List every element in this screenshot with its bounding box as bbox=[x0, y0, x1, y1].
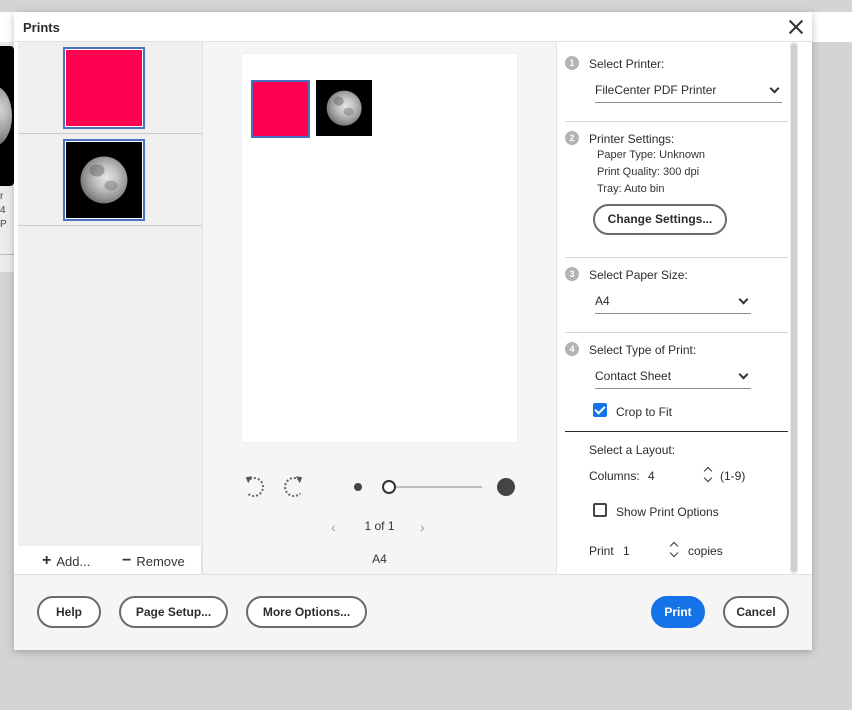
background-moon-image bbox=[0, 46, 14, 186]
columns-stepper[interactable] bbox=[703, 465, 713, 485]
dialog-title: Prints bbox=[23, 20, 60, 35]
paper-size-value: A4 bbox=[595, 294, 610, 308]
printer-value: FileCenter PDF Printer bbox=[595, 83, 717, 97]
thumbnail-red[interactable] bbox=[63, 47, 145, 129]
show-print-options-label: Show Print Options bbox=[616, 505, 719, 519]
rotate-left-icon[interactable] bbox=[244, 477, 264, 497]
remove-button[interactable]: − Remove bbox=[122, 552, 185, 570]
print-quality-text: Print Quality: 300 dpi bbox=[597, 166, 700, 178]
printer-select[interactable]: FileCenter PDF Printer bbox=[595, 83, 782, 103]
add-button[interactable]: + Add... bbox=[42, 552, 90, 570]
preview-image-moon[interactable] bbox=[316, 80, 372, 136]
title-bar: Prints bbox=[14, 12, 812, 42]
print-type-value: Contact Sheet bbox=[595, 369, 672, 383]
dialog-footer: Help Page Setup... More Options... Print… bbox=[14, 574, 812, 650]
close-icon[interactable] bbox=[788, 19, 804, 35]
crop-to-fit-checkbox[interactable] bbox=[593, 403, 607, 417]
show-print-options-checkbox[interactable] bbox=[593, 503, 607, 517]
step-badge-1: 1 bbox=[565, 56, 579, 70]
copies-stepper[interactable] bbox=[669, 540, 679, 560]
add-label: Add... bbox=[56, 553, 91, 569]
help-button[interactable]: Help bbox=[37, 596, 101, 628]
step-badge-3: 3 bbox=[565, 267, 579, 281]
thumbnail-actions: + Add... − Remove bbox=[14, 546, 202, 574]
paper-size-label: A4 bbox=[372, 552, 387, 566]
change-settings-button[interactable]: Change Settings... bbox=[593, 204, 727, 235]
rotate-right-icon[interactable] bbox=[284, 477, 304, 497]
page-preview bbox=[242, 54, 517, 442]
copies-value[interactable]: 1 bbox=[623, 544, 630, 558]
print-label: Print bbox=[589, 544, 614, 558]
zoom-slider-knob[interactable] bbox=[382, 480, 396, 494]
chevron-right-icon[interactable]: › bbox=[420, 519, 425, 535]
settings-panel: 1 Select Printer: FileCenter PDF Printer… bbox=[557, 42, 789, 574]
pager: ‹ 1 of 1 › bbox=[203, 519, 556, 535]
paper-type-text: Paper Type: Unknown bbox=[597, 149, 706, 161]
crop-to-fit-label: Crop to Fit bbox=[616, 405, 673, 419]
select-printer-label: Select Printer: bbox=[589, 57, 665, 71]
thumbnail-list bbox=[18, 42, 202, 546]
chevron-left-icon[interactable]: ‹ bbox=[331, 519, 336, 535]
thumbnail-item-2[interactable] bbox=[18, 134, 202, 226]
paper-size-select[interactable]: A4 bbox=[595, 294, 751, 314]
tray-text: Tray: Auto bin bbox=[597, 183, 665, 195]
printer-settings-label: Printer Settings: bbox=[589, 132, 675, 146]
zoom-slider[interactable] bbox=[388, 486, 482, 488]
background-thumbnail: r 4 P bbox=[0, 42, 14, 272]
print-type-select[interactable]: Contact Sheet bbox=[595, 369, 751, 389]
columns-label: Columns: bbox=[589, 469, 640, 483]
thumbnail-item-1[interactable] bbox=[18, 42, 202, 134]
step-badge-2: 2 bbox=[565, 131, 579, 145]
copies-label: copies bbox=[688, 544, 723, 558]
columns-range: (1-9) bbox=[720, 469, 746, 483]
plus-icon: + bbox=[42, 552, 52, 569]
columns-value[interactable]: 4 bbox=[648, 469, 655, 483]
remove-label: Remove bbox=[136, 553, 185, 569]
preview-image-red[interactable] bbox=[251, 80, 310, 138]
zoom-in-icon[interactable] bbox=[497, 478, 515, 496]
settings-scrollbar[interactable] bbox=[790, 42, 798, 574]
chevron-down-icon bbox=[769, 83, 780, 94]
print-button[interactable]: Print bbox=[651, 596, 705, 628]
page-indicator: 1 of 1 bbox=[364, 519, 395, 533]
page-setup-button[interactable]: Page Setup... bbox=[119, 596, 228, 628]
select-layout-label: Select a Layout: bbox=[589, 443, 676, 457]
more-options-button[interactable]: More Options... bbox=[246, 596, 367, 628]
select-type-label: Select Type of Print: bbox=[589, 343, 697, 357]
select-paper-size-label: Select Paper Size: bbox=[589, 268, 688, 282]
step-badge-4: 4 bbox=[565, 342, 579, 356]
thumbnail-moon[interactable] bbox=[63, 139, 145, 221]
background-text-2: 4 P bbox=[0, 205, 7, 230]
zoom-out-icon[interactable] bbox=[354, 483, 362, 491]
chevron-down-icon bbox=[738, 369, 749, 380]
chevron-down-icon bbox=[738, 294, 749, 305]
background-text-1: r bbox=[0, 191, 4, 202]
minus-icon: − bbox=[122, 552, 132, 569]
prints-dialog: Prints + Add... − Remove ‹ 1 of 1 › A4 1… bbox=[14, 12, 812, 650]
cancel-button[interactable]: Cancel bbox=[723, 596, 789, 628]
